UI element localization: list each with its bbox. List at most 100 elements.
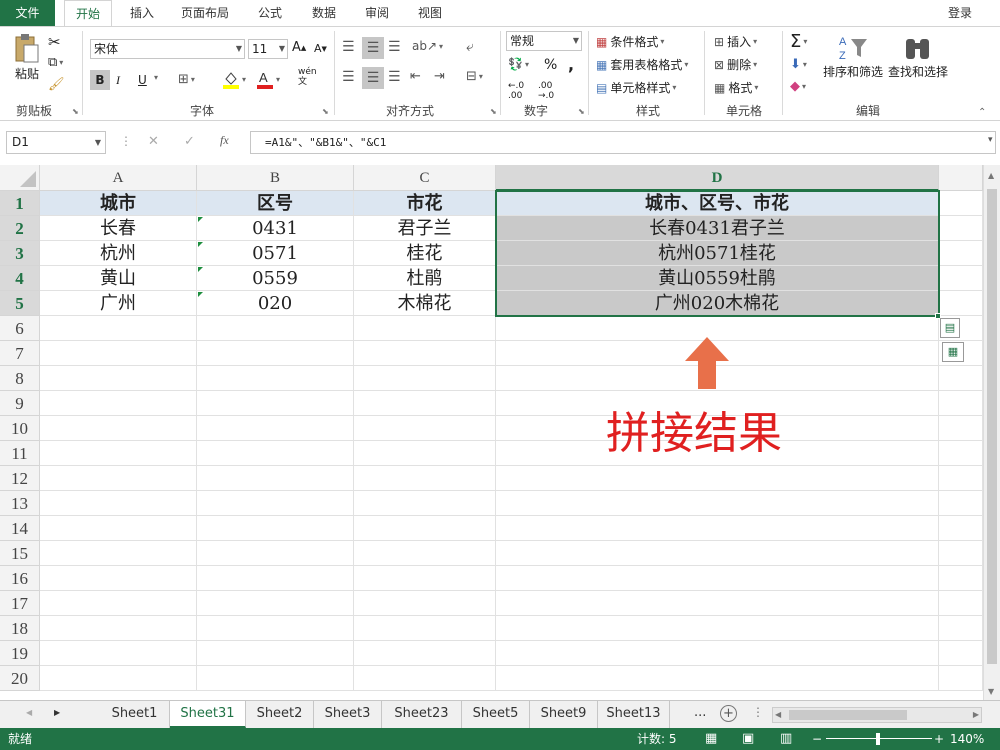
align-center-button[interactable]: ☰	[362, 67, 384, 89]
tab-page-layout[interactable]: 页面布局	[172, 0, 238, 26]
tab-view[interactable]: 视图	[410, 0, 450, 26]
cell-b1[interactable]: 区号	[197, 191, 354, 216]
cell-c6[interactable]	[354, 316, 496, 341]
sheet-tab-sheet1[interactable]: Sheet1	[100, 701, 170, 728]
cell-d17[interactable]	[496, 591, 939, 616]
cell-b15[interactable]	[197, 541, 354, 566]
clear-button[interactable]: ◆ ▾	[790, 79, 806, 94]
column-header-c[interactable]: C	[354, 165, 496, 191]
tab-data[interactable]: 数据	[304, 0, 344, 26]
insert-cells-button[interactable]: ⊞ 插入 ▾	[714, 33, 757, 50]
borders-button[interactable]: ⊞ ▾	[178, 72, 195, 87]
decrease-indent-button[interactable]: ⇤	[410, 69, 421, 84]
cell-a5[interactable]: 广州	[40, 291, 197, 316]
tab-review[interactable]: 审阅	[357, 0, 397, 26]
row-header-8[interactable]: 8	[0, 366, 40, 391]
cell-a10[interactable]	[40, 416, 197, 441]
find-select-button[interactable]: 查找和选择	[888, 33, 948, 80]
page-layout-view-icon[interactable]: ▣	[742, 728, 754, 750]
cell-b11[interactable]	[197, 441, 354, 466]
cell-c15[interactable]	[354, 541, 496, 566]
row-header-13[interactable]: 13	[0, 491, 40, 516]
zoom-in-button[interactable]: +	[934, 728, 944, 750]
cell-e3[interactable]	[939, 241, 983, 266]
bottom-align-button[interactable]: ☰	[388, 39, 401, 55]
cell-b6[interactable]	[197, 316, 354, 341]
number-launcher-icon[interactable]: ⬊	[578, 107, 585, 116]
scrollbar-thumb[interactable]	[987, 189, 997, 664]
cell-e12[interactable]	[939, 466, 983, 491]
cell-c17[interactable]	[354, 591, 496, 616]
prev-sheet-icon[interactable]: ◀	[26, 708, 32, 717]
cell-c19[interactable]	[354, 641, 496, 666]
row-header-16[interactable]: 16	[0, 566, 40, 591]
underline-button[interactable]: U	[138, 70, 147, 90]
cell-a14[interactable]	[40, 516, 197, 541]
cell-a3[interactable]: 杭州	[40, 241, 197, 266]
cell-d14[interactable]	[496, 516, 939, 541]
cell-a8[interactable]	[40, 366, 197, 391]
cell-a16[interactable]	[40, 566, 197, 591]
cell-d16[interactable]	[496, 566, 939, 591]
orientation-button[interactable]: ab↗ ▾	[412, 39, 443, 53]
tab-split-icon[interactable]: ⋮	[752, 705, 764, 719]
italic-button[interactable]: I	[116, 70, 130, 90]
grow-font-button[interactable]: A ▲	[292, 40, 306, 55]
cell-a9[interactable]	[40, 391, 197, 416]
signin-link[interactable]: 登录	[948, 4, 972, 21]
decrease-decimal-button[interactable]: .00 →.0	[538, 81, 554, 101]
cell-a2[interactable]: 长春	[40, 216, 197, 241]
cell-e19[interactable]	[939, 641, 983, 666]
cell-c11[interactable]	[354, 441, 496, 466]
cell-e16[interactable]	[939, 566, 983, 591]
cell-a11[interactable]	[40, 441, 197, 466]
cell-d12[interactable]	[496, 466, 939, 491]
horizontal-scrollbar[interactable]: ◀ ▶	[772, 707, 982, 723]
cell-c5[interactable]: 木棉花	[354, 291, 496, 316]
cell-b10[interactable]	[197, 416, 354, 441]
cell-b19[interactable]	[197, 641, 354, 666]
increase-indent-button[interactable]: ⇥	[434, 69, 445, 84]
font-size-combo[interactable]: 11 ▼	[248, 39, 288, 59]
cell-d19[interactable]	[496, 641, 939, 666]
insert-function-icon[interactable]: fx	[220, 133, 229, 148]
fill-color-button[interactable]: ▾	[222, 69, 246, 89]
cell-c10[interactable]	[354, 416, 496, 441]
sheet-tab-sheet31[interactable]: Sheet31	[170, 701, 246, 728]
scroll-down-icon[interactable]: ▼	[988, 687, 994, 696]
sheet-tab-sheet23[interactable]: Sheet23	[382, 701, 462, 728]
cell-d4[interactable]: 黄山0559杜鹃	[496, 266, 939, 291]
autosum-button[interactable]: Σ ▾	[790, 31, 807, 52]
row-header-18[interactable]: 18	[0, 616, 40, 641]
cut-button[interactable]: ✂	[48, 33, 61, 51]
row-header-7[interactable]: 7	[0, 341, 40, 366]
cell-c12[interactable]	[354, 466, 496, 491]
cell-d15[interactable]	[496, 541, 939, 566]
vertical-scrollbar[interactable]: ▲ ▼	[983, 165, 1000, 700]
row-header-6[interactable]: 6	[0, 316, 40, 341]
top-align-button[interactable]: ☰	[342, 39, 355, 55]
cell-e17[interactable]	[939, 591, 983, 616]
cell-e2[interactable]	[939, 216, 983, 241]
cell-b16[interactable]	[197, 566, 354, 591]
number-format-combo[interactable]: 常规 ▼	[506, 31, 582, 51]
cell-c7[interactable]	[354, 341, 496, 366]
middle-align-button[interactable]: ☰	[362, 37, 384, 59]
sheet-tab-sheet9[interactable]: Sheet9	[530, 701, 598, 728]
cell-d1[interactable]: 城市、区号、市花	[496, 191, 939, 216]
row-header-15[interactable]: 15	[0, 541, 40, 566]
phonetic-button[interactable]: wén 文	[298, 67, 317, 87]
cell-b2[interactable]: 0431	[197, 216, 354, 241]
cell-e1[interactable]	[939, 191, 983, 216]
normal-view-icon[interactable]: ▦	[705, 728, 717, 750]
cell-e15[interactable]	[939, 541, 983, 566]
cell-b17[interactable]	[197, 591, 354, 616]
cell-a7[interactable]	[40, 341, 197, 366]
conditional-formatting-button[interactable]: ▦ 条件格式 ▾	[596, 33, 664, 50]
row-header-14[interactable]: 14	[0, 516, 40, 541]
formula-input[interactable]: =A1&"、"&B1&"、"&C1	[250, 131, 996, 154]
cell-c20[interactable]	[354, 666, 496, 691]
scroll-up-icon[interactable]: ▲	[988, 171, 994, 180]
sheet-tab-sheet13[interactable]: Sheet13	[598, 701, 670, 728]
cell-b20[interactable]	[197, 666, 354, 691]
